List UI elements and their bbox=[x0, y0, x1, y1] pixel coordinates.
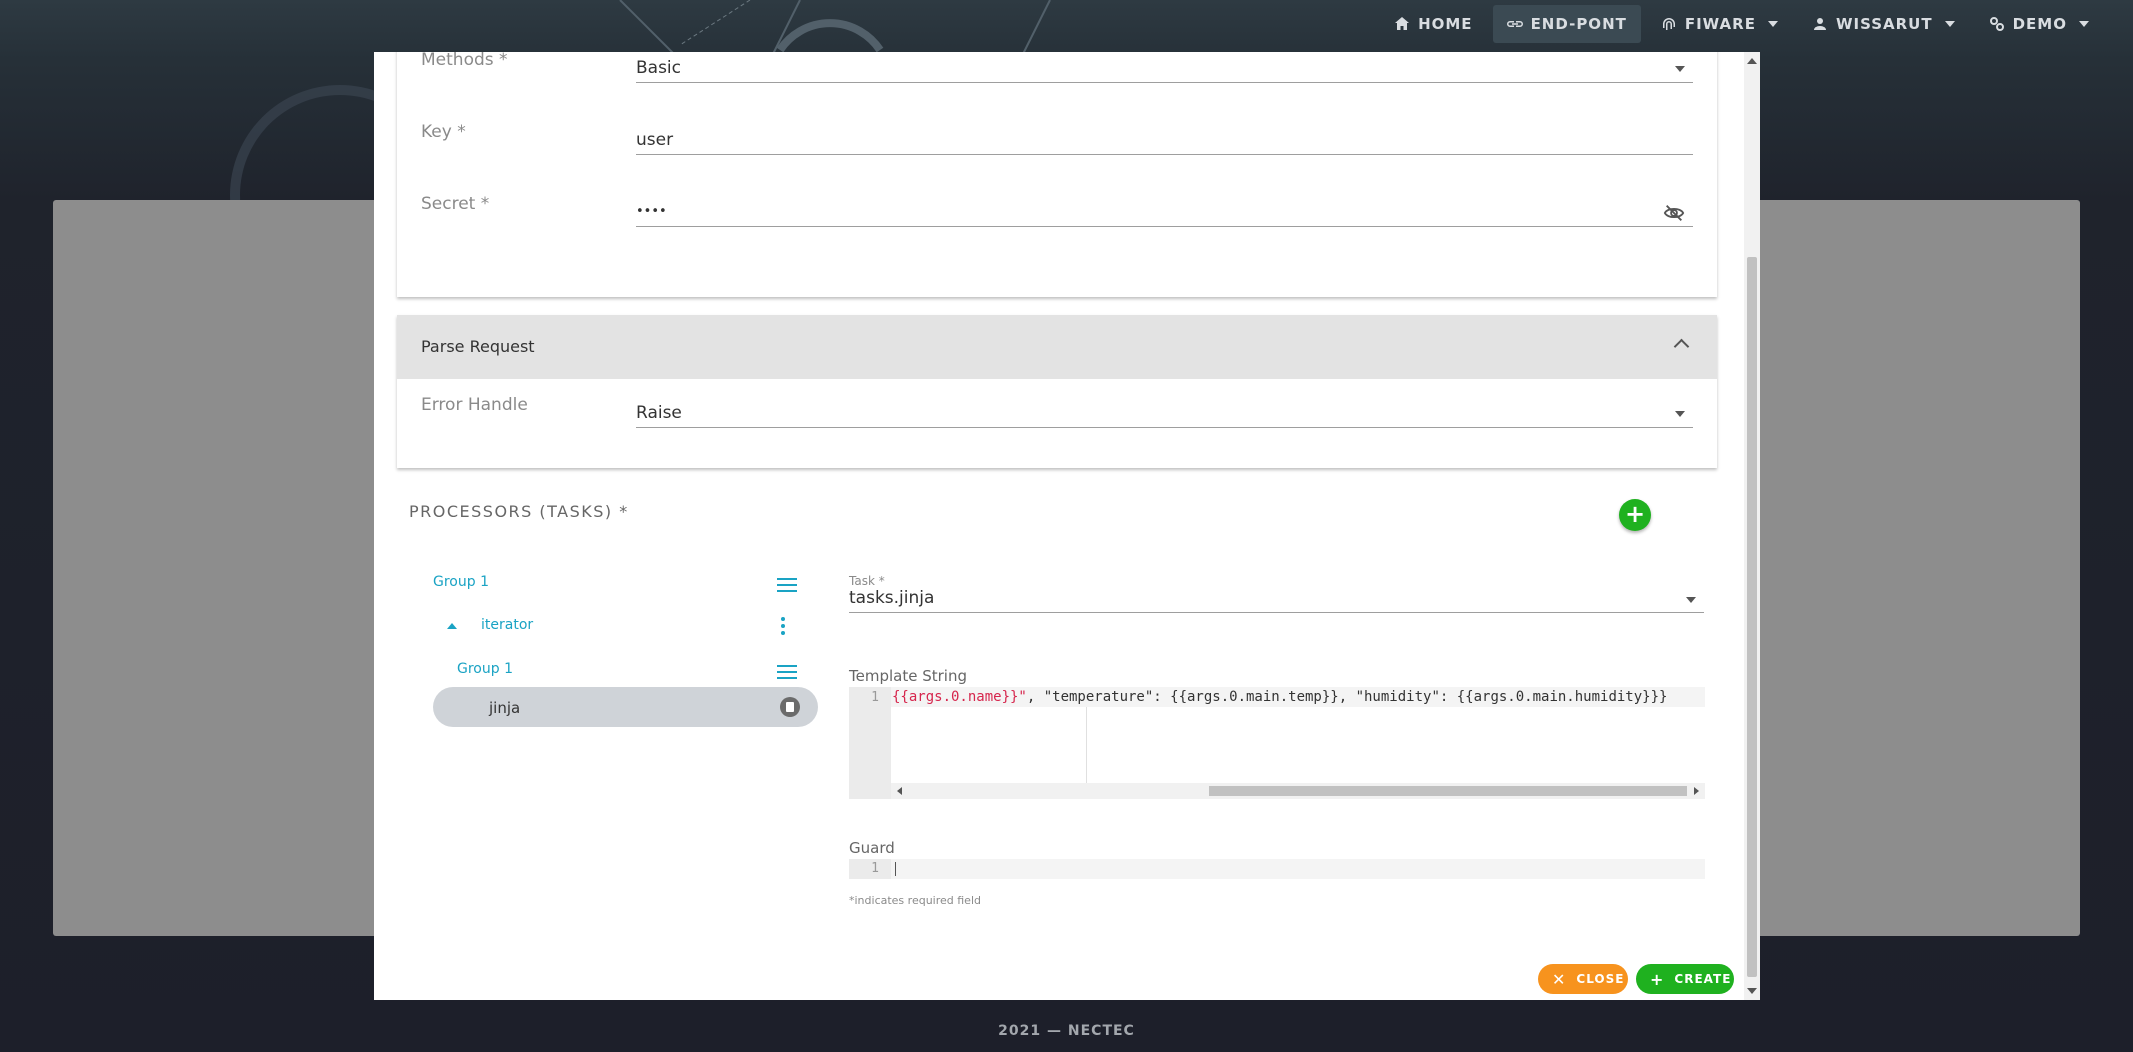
header-decoration bbox=[619, 0, 1051, 60]
chevron-down-icon bbox=[2079, 21, 2089, 27]
tree-task-jinja-label: jinja bbox=[489, 699, 521, 717]
vertical-scrollbar[interactable] bbox=[1744, 52, 1760, 1000]
create-button-label: CREATE bbox=[1674, 972, 1732, 986]
template-code: {{args.0.name}}", "temperature": {{args.… bbox=[892, 689, 1667, 705]
chevron-up-icon[interactable] bbox=[1673, 338, 1690, 355]
methods-select[interactable]: Basic bbox=[636, 56, 1693, 83]
template-code-rest: , "temperature": {{args.0.main.temp}}, "… bbox=[1026, 689, 1668, 705]
required-hint: *indicates required field bbox=[849, 894, 981, 907]
methods-row: Methods * Basic bbox=[397, 52, 1717, 90]
create-button[interactable]: + CREATE bbox=[1636, 964, 1734, 994]
close-button-label: CLOSE bbox=[1576, 972, 1625, 986]
key-row: Key * user bbox=[397, 122, 1717, 162]
close-icon: ✕ bbox=[1552, 969, 1567, 989]
fingerprint-icon bbox=[1662, 18, 1675, 30]
tree-group-1-label: Group 1 bbox=[433, 574, 489, 590]
delete-icon[interactable] bbox=[780, 697, 800, 717]
processors-title: PROCESSORS (TASKS) * bbox=[409, 502, 629, 521]
chevron-down-icon bbox=[1767, 21, 1778, 27]
template-string-label: Template String bbox=[849, 667, 967, 685]
menu-icon[interactable] bbox=[777, 665, 797, 679]
task-value: tasks.jinja bbox=[849, 588, 935, 608]
tree-group-1[interactable]: Group 1 bbox=[433, 562, 797, 602]
nav-home[interactable]: HOME bbox=[1380, 5, 1486, 43]
tree-task-jinja[interactable]: jinja bbox=[433, 687, 818, 727]
secret-row: Secret * •••• bbox=[397, 194, 1717, 234]
nav-fiware-label: FIWARE bbox=[1684, 15, 1756, 33]
task-select[interactable]: tasks.jinja bbox=[849, 588, 1704, 613]
key-value: user bbox=[636, 130, 674, 150]
nav-user-label: WISSARUT bbox=[1835, 15, 1933, 33]
scroll-down-icon[interactable] bbox=[1747, 988, 1757, 994]
line-number: 1 bbox=[871, 690, 879, 705]
nav-fiware[interactable]: FIWARE bbox=[1647, 5, 1792, 43]
key-input[interactable]: user bbox=[636, 128, 1693, 155]
text-cursor bbox=[895, 862, 896, 876]
nav-home-label: HOME bbox=[1418, 15, 1473, 33]
menu-icon[interactable] bbox=[777, 578, 797, 592]
parse-request-header[interactable]: Parse Request bbox=[397, 315, 1717, 379]
scroll-right-icon[interactable] bbox=[1694, 787, 1699, 795]
key-label: Key * bbox=[421, 122, 466, 142]
scroll-up-icon[interactable] bbox=[1747, 58, 1757, 64]
indent-guide bbox=[1086, 707, 1087, 785]
line-gutter: 1 bbox=[849, 859, 891, 879]
tree-inner-group-1-label: Group 1 bbox=[457, 661, 513, 677]
guard-label: Guard bbox=[849, 839, 895, 857]
methods-label: Methods * bbox=[421, 52, 508, 70]
scroll-left-icon[interactable] bbox=[897, 787, 902, 795]
error-handle-select[interactable]: Raise bbox=[636, 401, 1693, 428]
dropdown-arrow-icon bbox=[1686, 597, 1696, 603]
parse-request-panel: Parse Request Error Handle Raise bbox=[397, 315, 1717, 468]
secret-label: Secret * bbox=[421, 194, 490, 214]
plus-icon: + bbox=[1650, 969, 1665, 989]
nav-demo-label: DEMO bbox=[2012, 15, 2067, 33]
error-handle-label: Error Handle bbox=[421, 395, 528, 415]
horizontal-scroll-thumb[interactable] bbox=[1209, 786, 1687, 796]
secret-input[interactable]: •••• bbox=[636, 200, 1693, 227]
dropdown-arrow-icon bbox=[1675, 66, 1685, 72]
horizontal-scrollbar[interactable] bbox=[891, 783, 1705, 799]
footer-copyright: 2021 — NECTEC bbox=[998, 1023, 1135, 1039]
error-handle-value: Raise bbox=[636, 403, 682, 423]
tree-iterator-label: iterator bbox=[481, 617, 534, 633]
error-handle-row: Error Handle Raise bbox=[397, 395, 1717, 435]
parse-request-title: Parse Request bbox=[421, 337, 535, 356]
vertical-scroll-thumb[interactable] bbox=[1747, 257, 1757, 977]
add-task-button[interactable]: + bbox=[1619, 499, 1651, 531]
close-button[interactable]: ✕ CLOSE bbox=[1538, 964, 1628, 994]
top-nav: HOME END-PONT FIWARE WISSARUT DEMO bbox=[1380, 0, 2133, 48]
chevron-down-icon bbox=[1944, 21, 1955, 27]
dropdown-arrow-icon bbox=[1675, 411, 1685, 417]
nav-end-point[interactable]: END-PONT bbox=[1492, 5, 1641, 43]
secret-value: •••• bbox=[636, 204, 667, 219]
tree-iterator[interactable]: iterator bbox=[447, 605, 793, 645]
settings-icon bbox=[1989, 17, 2004, 31]
line-number: 1 bbox=[871, 861, 879, 876]
line-gutter: 1 bbox=[849, 687, 891, 799]
user-icon bbox=[1813, 18, 1826, 30]
nav-demo[interactable]: DEMO bbox=[1975, 5, 2103, 43]
auth-panel: Methods * Basic Key * user Secret * •••• bbox=[397, 52, 1717, 297]
nav-end-point-label: END-PONT bbox=[1530, 15, 1627, 33]
template-code-variable: {{args.0.name}}" bbox=[892, 689, 1027, 705]
visibility-off-icon[interactable] bbox=[1663, 202, 1685, 224]
template-string-editor[interactable]: 1 {{args.0.name}}", "temperature": {{arg… bbox=[849, 687, 1705, 799]
nav-user[interactable]: WISSARUT bbox=[1798, 5, 1969, 43]
guard-editor[interactable]: 1 bbox=[849, 859, 1705, 879]
collapse-icon[interactable] bbox=[447, 623, 457, 629]
task-label: Task * bbox=[849, 574, 885, 588]
tree-inner-group-1[interactable]: Group 1 bbox=[457, 649, 797, 689]
more-vert-icon[interactable] bbox=[781, 617, 785, 638]
link-icon bbox=[1506, 21, 1523, 27]
create-endpoint-dialog: Methods * Basic Key * user Secret * •••• bbox=[374, 52, 1760, 1000]
methods-value: Basic bbox=[636, 58, 682, 78]
home-icon bbox=[1395, 17, 1410, 30]
